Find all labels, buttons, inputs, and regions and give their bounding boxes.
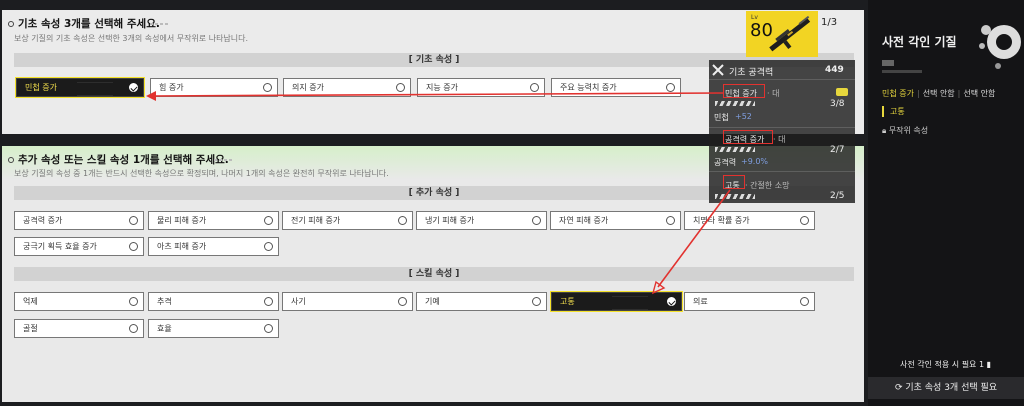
sidebar-stat1: 민첩 증가 (882, 89, 914, 98)
random-attr-label: 무작위 속성 (888, 126, 929, 135)
card-icon: ▮ (986, 360, 992, 369)
lock-icon: 🔒︎ (882, 126, 887, 135)
sidebar-stat3: 선택 안함 (963, 89, 996, 98)
separator: | (957, 89, 961, 98)
sidebar-title: 사전 각인 기질 (882, 35, 957, 49)
apply-button-label: 기초 속성 3개 선택 필요 (905, 383, 998, 393)
essence-thumb-bar (882, 70, 922, 73)
separator: | (916, 89, 920, 98)
sidebar-stats: 민첩 증가 | 선택 안함 | 선택 안함 (882, 88, 995, 99)
pre-imprint-sidebar: 사전 각인 기질 민첩 증가 | 선택 안함 | 선택 안함 고통 🔒︎ 무작위 속성 … (868, 0, 1024, 406)
essence-icon (979, 25, 1021, 69)
requirement-count: 1 (978, 360, 985, 369)
arrow-head-icon (651, 280, 666, 295)
sidebar-random-attr: 🔒︎ 무작위 속성 (882, 125, 928, 136)
refresh-icon: ⟳ (894, 383, 903, 393)
sidebar-requirement: 사전 각인 적용 시 필요 1 ▮ (900, 359, 991, 370)
requirement-label: 사전 각인 적용 시 필요 (900, 360, 977, 369)
sidebar-skill-pain: 고통 (882, 106, 905, 117)
apply-imprint-button[interactable]: ⟳ 기초 속성 3개 선택 필요 (868, 377, 1024, 399)
essence-thumb-icon (882, 60, 894, 66)
arrow-head-icon (146, 91, 156, 101)
sidebar-stat2: 선택 안함 (922, 89, 955, 98)
